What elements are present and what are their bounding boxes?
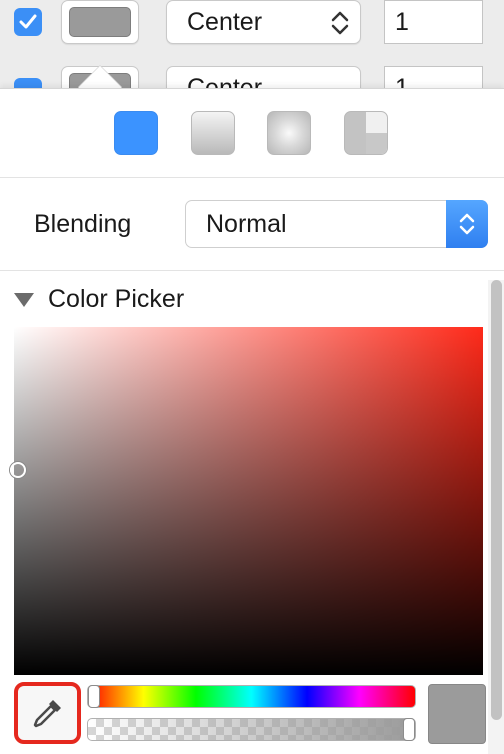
eyedropper-icon (33, 700, 61, 728)
divider (0, 270, 504, 271)
opacity-slider-thumb[interactable] (403, 718, 415, 741)
swatch-fill (69, 7, 131, 37)
eyedropper-button[interactable] (14, 682, 81, 744)
blending-value: Normal (206, 209, 287, 238)
popover-arrow (78, 66, 122, 88)
angular-gradient-icon[interactable] (344, 111, 388, 155)
scrollbar[interactable] (488, 280, 504, 754)
solid-fill-icon[interactable] (114, 111, 158, 155)
color-picker-handle[interactable] (10, 462, 26, 478)
row1-thickness-value: 1 (395, 7, 409, 36)
disclosure-triangle-icon[interactable] (14, 292, 34, 307)
hue-slider[interactable] (87, 685, 416, 708)
chevron-updown-icon (459, 213, 475, 235)
row1-alignment-select[interactable]: Center (166, 0, 361, 44)
color-picker-header[interactable]: Color Picker (14, 285, 184, 314)
hue-slider-thumb[interactable] (88, 685, 100, 708)
divider (0, 177, 504, 178)
checkmark-icon (19, 14, 37, 29)
blending-select[interactable]: Normal (185, 200, 488, 248)
row1-alignment-label: Center (187, 7, 263, 36)
blending-stepper[interactable] (446, 200, 488, 248)
color-preview-swatch[interactable] (428, 684, 486, 744)
linear-gradient-icon[interactable] (191, 111, 235, 155)
color-picker-title: Color Picker (48, 285, 185, 313)
saturation-brightness-field[interactable] (14, 327, 483, 675)
row1-color-swatch[interactable] (61, 0, 139, 44)
opacity-slider[interactable] (87, 718, 416, 741)
blending-label: Blending (34, 210, 132, 238)
radial-gradient-icon[interactable] (267, 111, 311, 155)
chevron-updown-icon (331, 11, 349, 35)
row1-checkbox[interactable] (14, 8, 42, 36)
row1-thickness-field[interactable]: 1 (384, 0, 483, 44)
scrollbar-thumb[interactable] (491, 280, 502, 720)
